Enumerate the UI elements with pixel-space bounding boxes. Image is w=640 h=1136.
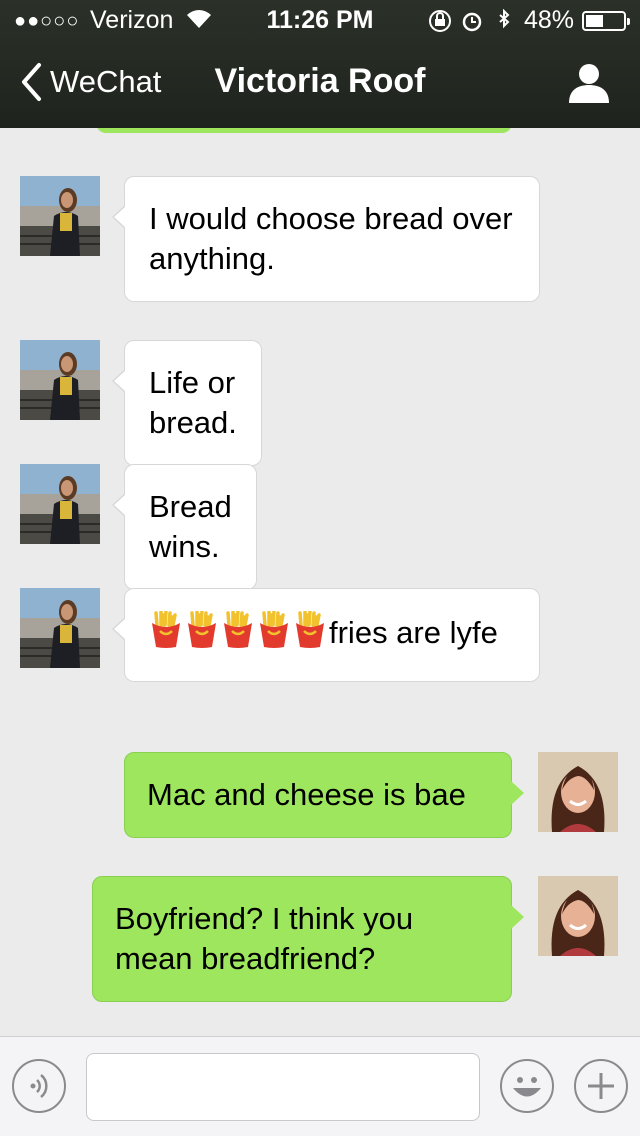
status-bar: ●●○○○ Verizon 11:26 PM 48% [0, 0, 640, 40]
french-fries-icon [149, 609, 183, 659]
french-fries-icon [257, 609, 291, 659]
incoming-message-bubble[interactable]: I would choose bread over anything. [112, 176, 540, 302]
battery-fill [586, 15, 603, 27]
battery-icon [582, 11, 630, 31]
message-text-input[interactable] [86, 1053, 480, 1121]
person-icon [568, 64, 610, 108]
contact-avatar[interactable] [20, 588, 100, 668]
french-fries-icon [293, 609, 327, 659]
incoming-message-bubble[interactable]: Bread wins. [112, 464, 257, 590]
contact-avatar[interactable] [20, 340, 100, 420]
plus-icon [576, 1073, 626, 1115]
outgoing-message-bubble[interactable]: Boyfriend? I think you mean breadfriend? [92, 876, 524, 1002]
battery-percent: 48% [524, 6, 575, 34]
emoji-button[interactable] [500, 1059, 554, 1113]
contact-avatar[interactable] [20, 176, 100, 256]
incoming-message-bubble[interactable]: fries are lyfe [112, 588, 540, 682]
chat-title: Victoria Roof [214, 62, 426, 100]
my-avatar[interactable] [538, 876, 618, 956]
message-text: fries are lyfe [329, 615, 498, 650]
outgoing-message-bubble[interactable]: Mac and cheese is bae [124, 752, 524, 838]
more-options-button[interactable] [574, 1059, 628, 1113]
voice-icon [14, 1074, 64, 1115]
message-input-bar [0, 1036, 640, 1136]
battery-tip [627, 18, 630, 25]
contact-profile-button[interactable] [568, 62, 610, 109]
lock-alarm-bluetooth-icons [428, 8, 516, 39]
french-fries-icon [221, 609, 255, 659]
voice-input-button[interactable] [12, 1059, 66, 1113]
my-avatar[interactable] [538, 752, 618, 832]
french-fries-icon [185, 609, 219, 659]
navigation-bar: ●●○○○ Verizon 11:26 PM 48% WeChat Victor… [0, 0, 640, 128]
contact-avatar[interactable] [20, 464, 100, 544]
smiley-face-icon [502, 1077, 552, 1115]
incoming-message-bubble[interactable]: Life or bread. [112, 340, 262, 466]
french-fries-emoji-group [149, 609, 329, 650]
